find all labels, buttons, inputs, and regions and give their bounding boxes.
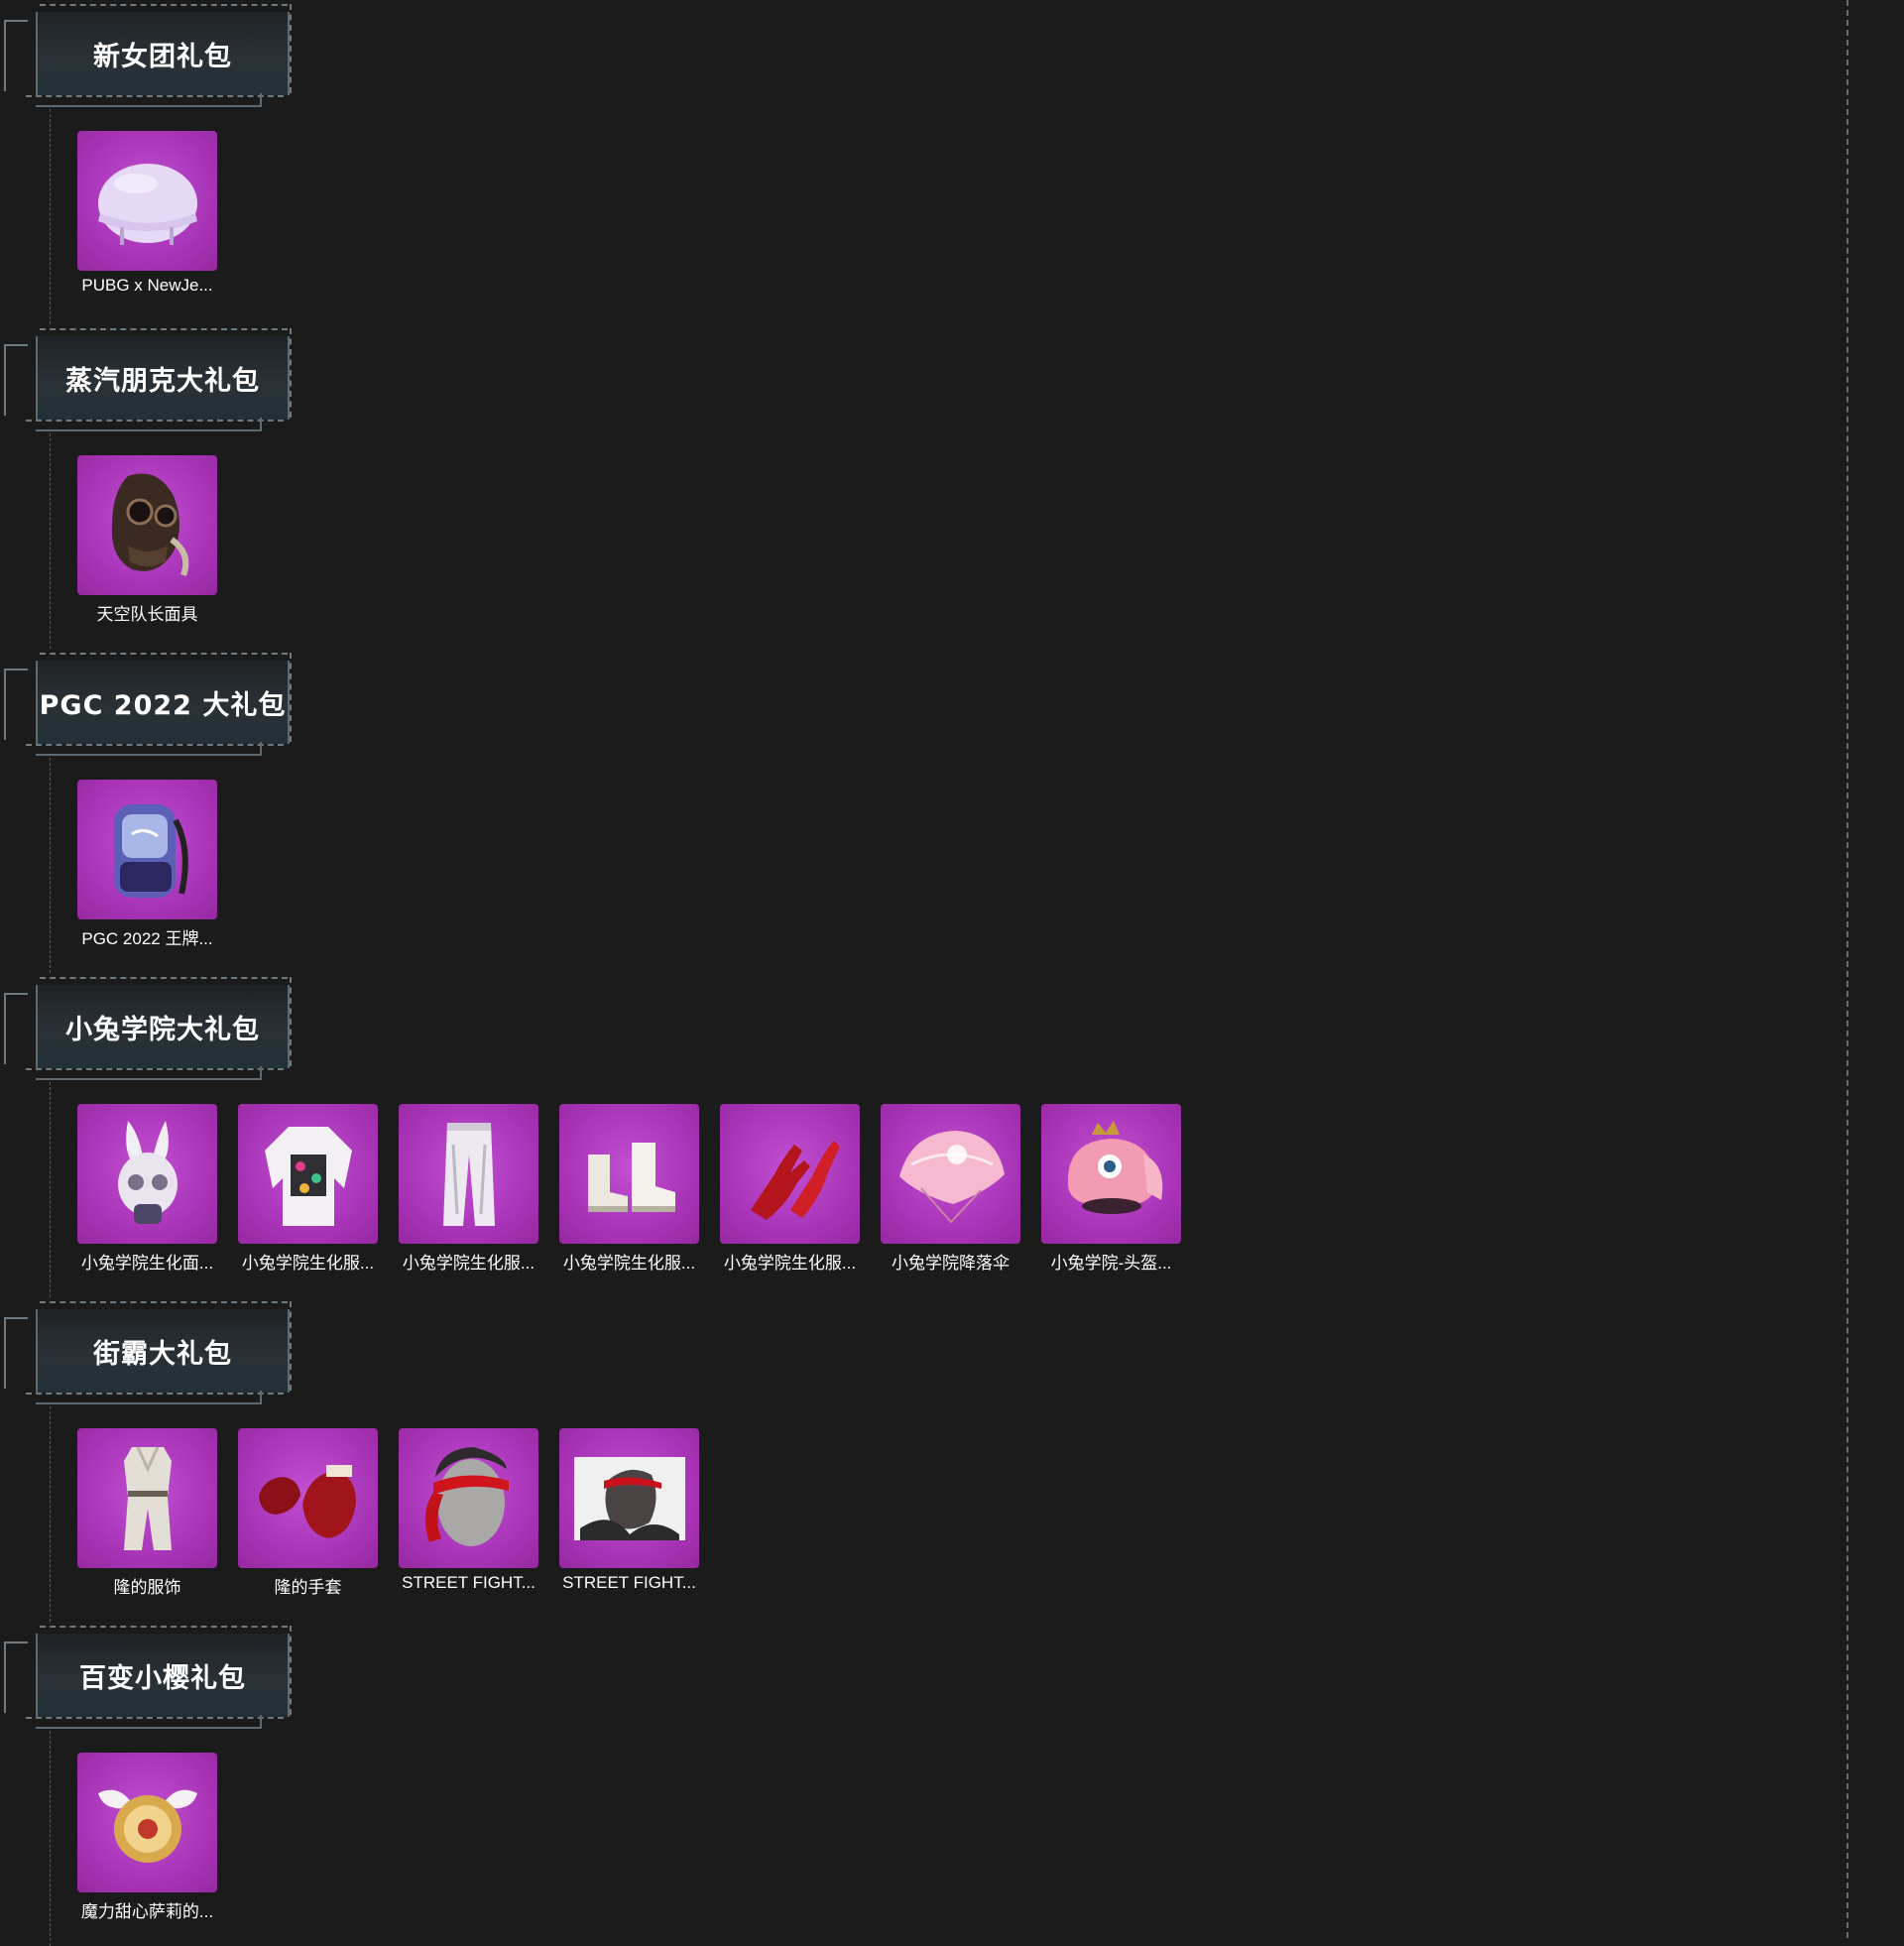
pack-item[interactable]: 天空队长面具 — [77, 455, 217, 625]
pack-title: PGC 2022 大礼包 — [39, 689, 287, 721]
parachute-icon — [892, 1115, 1011, 1234]
pack-title: 新女团礼包 — [93, 41, 232, 72]
bunny-helmet-icon — [1052, 1115, 1171, 1234]
item-label: 小兔学院生化服... — [562, 1254, 696, 1273]
item-label: 天空队长面具 — [96, 605, 198, 624]
item-label: 小兔学院生化服... — [402, 1254, 536, 1273]
pack-items: 天空队长面具 — [77, 455, 217, 625]
gi-outfit-icon — [88, 1439, 207, 1558]
item-tile[interactable] — [399, 1104, 538, 1244]
pack-header: PGC 2022 大礼包 — [0, 649, 298, 758]
page-right-divider — [1846, 0, 1848, 1938]
pack-items: 小兔学院生化面... 小兔学院生化服... 小兔学院生化服... 小兔学院生化服… — [77, 1104, 1181, 1274]
item-tile[interactable] — [881, 1104, 1020, 1244]
pack-title: 百变小樱礼包 — [79, 1662, 246, 1694]
pack-item[interactable]: 小兔学院生化服... — [559, 1104, 699, 1274]
item-tile[interactable] — [720, 1104, 860, 1244]
boots-icon — [570, 1115, 689, 1234]
pack-title: 街霸大礼包 — [93, 1338, 232, 1370]
section-divider — [50, 1406, 51, 1622]
pack-header: 新女团礼包 — [0, 0, 298, 109]
section-divider — [50, 109, 51, 324]
item-label: 隆的服饰 — [113, 1578, 181, 1597]
frame-corner — [4, 1642, 28, 1713]
pack-item[interactable]: 小兔学院生化面... — [77, 1104, 217, 1274]
item-tile[interactable] — [77, 1104, 217, 1244]
item-label: 小兔学院生化服... — [723, 1254, 857, 1273]
fighter-portrait-icon — [570, 1439, 689, 1558]
item-label: 隆的手套 — [274, 1578, 342, 1597]
headband-head-icon — [410, 1439, 529, 1558]
pack-item[interactable]: PGC 2022 王牌... — [77, 780, 217, 949]
item-label: 小兔学院降落伞 — [892, 1254, 1010, 1273]
pack-item[interactable]: 隆的服饰 — [77, 1428, 217, 1598]
pack-item[interactable]: 小兔学院生化服... — [238, 1104, 378, 1274]
fight-gloves-icon — [249, 1439, 368, 1558]
pack-item[interactable]: 隆的手套 — [238, 1428, 378, 1598]
item-label: PUBG x NewJe... — [81, 276, 213, 295]
item-label: PGC 2022 王牌... — [81, 929, 213, 948]
item-tile[interactable] — [238, 1428, 378, 1568]
frame-corner — [4, 669, 28, 740]
item-tile[interactable] — [77, 455, 217, 595]
jacket-icon — [249, 1115, 368, 1234]
pack-header: 百变小樱礼包 — [0, 1622, 298, 1731]
backpack-icon — [88, 791, 207, 910]
frame-corner — [4, 993, 28, 1064]
pack-title: 蒸汽朋克大礼包 — [65, 365, 260, 397]
item-label: STREET FIGHT... — [562, 1573, 696, 1592]
winged-shield-icon — [88, 1764, 207, 1883]
item-tile[interactable] — [238, 1104, 378, 1244]
item-label: 小兔学院生化面... — [80, 1254, 214, 1273]
frame-corner — [4, 1317, 28, 1389]
pack-item[interactable]: STREET FIGHT... — [399, 1428, 538, 1598]
pack-item[interactable]: 小兔学院生化服... — [720, 1104, 860, 1274]
section-divider — [50, 758, 51, 973]
bunny-mask-icon — [88, 1115, 207, 1234]
pack-item[interactable]: 小兔学院降落伞 — [881, 1104, 1020, 1274]
item-tile[interactable] — [559, 1428, 699, 1568]
item-label: 小兔学院-头盔... — [1050, 1254, 1172, 1273]
gloves-icon — [731, 1115, 850, 1234]
section-divider — [50, 1082, 51, 1297]
pants-icon — [410, 1115, 529, 1234]
pack-header: 蒸汽朋克大礼包 — [0, 324, 298, 433]
pack-item[interactable]: 小兔学院生化服... — [399, 1104, 538, 1274]
item-tile[interactable] — [77, 131, 217, 271]
item-tile[interactable] — [77, 1428, 217, 1568]
gas-mask-icon — [88, 466, 207, 585]
item-tile[interactable] — [77, 1753, 217, 1892]
pack-items: PGC 2022 王牌... — [77, 780, 217, 949]
section-divider — [50, 433, 51, 649]
item-tile[interactable] — [399, 1428, 538, 1568]
section-divider — [50, 1731, 51, 1946]
pack-item[interactable]: 魔力甜心萨莉的... — [77, 1753, 217, 1922]
item-tile[interactable] — [1041, 1104, 1181, 1244]
pack-items: 隆的服饰 隆的手套 STREET FIGHT... STREET FIGHT..… — [77, 1428, 699, 1598]
pack-header: 小兔学院大礼包 — [0, 973, 298, 1082]
item-label: 小兔学院生化服... — [241, 1254, 375, 1273]
pack-items: 魔力甜心萨莉的... — [77, 1753, 217, 1922]
frame-corner — [4, 344, 28, 416]
helmet-icon — [88, 142, 207, 261]
pack-items: PUBG x NewJe... — [77, 131, 217, 296]
pack-item[interactable]: PUBG x NewJe... — [77, 131, 217, 296]
item-tile[interactable] — [77, 780, 217, 919]
item-label: 魔力甜心萨莉的... — [80, 1902, 214, 1921]
frame-corner — [4, 20, 28, 91]
item-tile[interactable] — [559, 1104, 699, 1244]
pack-header: 街霸大礼包 — [0, 1297, 298, 1406]
item-label: STREET FIGHT... — [402, 1573, 536, 1592]
pack-item[interactable]: 小兔学院-头盔... — [1041, 1104, 1181, 1274]
pack-title: 小兔学院大礼包 — [65, 1014, 260, 1045]
pack-item[interactable]: STREET FIGHT... — [559, 1428, 699, 1598]
